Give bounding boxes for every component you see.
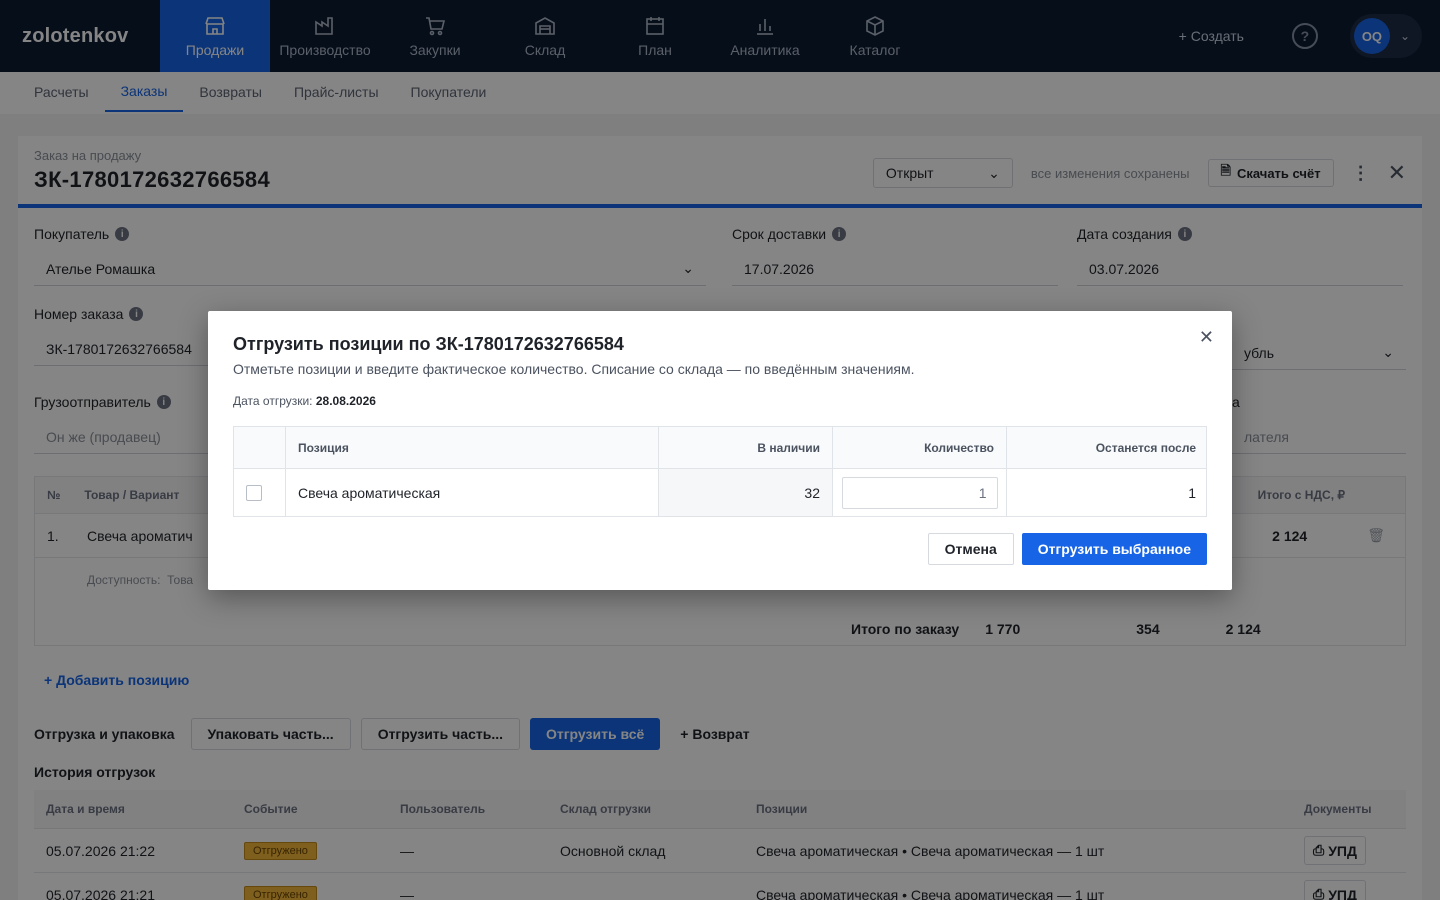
ship-date-label: Дата отгрузки: [233,394,313,408]
close-icon[interactable]: ✕ [1199,327,1214,348]
remain-cell: 1 [1188,484,1196,501]
modal-title: Отгрузить позиции по ЗК-1780172632766584 [233,334,624,354]
column-header: В наличии [659,427,833,468]
column-header: Количество [833,427,1007,468]
ship-date-value: 28.08.2026 [315,394,376,408]
modal-actions: Отмена Отгрузить выбранное [927,533,1207,565]
cancel-button[interactable]: Отмена [927,533,1014,565]
row-checkbox[interactable] [246,484,262,501]
ship-positions-modal: ✕ Отгрузить позиции по ЗК-17801726327665… [208,311,1232,590]
ship-table-header: Позиция В наличии Количество Останется п… [234,427,1206,468]
modal-subtitle: Отметьте позиции и введите фактическое к… [233,361,915,377]
ship-selected-button[interactable]: Отгрузить выбранное [1021,533,1207,565]
ship-date: Дата отгрузки: 28.08.2026 [233,394,376,408]
column-header: Позиция [286,427,659,468]
stock-cell: 32 [659,469,833,516]
quantity-input[interactable] [841,476,998,509]
select-cell [234,469,286,516]
position-cell: Свеча ароматическая [286,469,659,516]
table-row: Свеча ароматическая 32 1 [234,468,1206,516]
select-column-header [234,427,286,468]
ship-table: Позиция В наличии Количество Останется п… [233,426,1207,517]
column-header: Останется после [1095,440,1196,455]
qty-cell [833,469,1007,516]
